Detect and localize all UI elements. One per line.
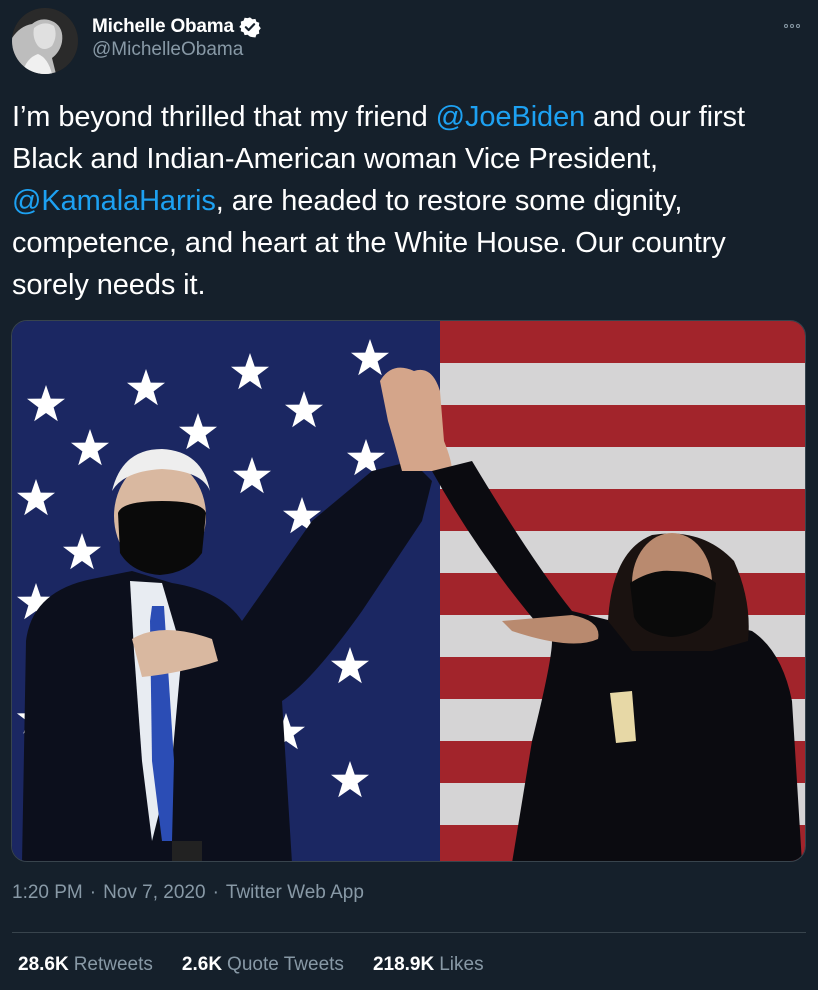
tweet-header: Michelle Obama @MichelleObama [12,8,806,76]
divider [12,932,806,933]
tweet-time[interactable]: 1:20 PM [12,882,83,904]
retweets-label: Retweets [73,954,153,975]
more-dot [796,24,800,28]
tweet-source[interactable]: Twitter Web App [226,882,364,904]
handle[interactable]: @MichelleObama [92,39,243,61]
avatar-image [12,8,78,74]
more-dot [790,24,794,28]
mention-kamalaharris-link[interactable]: @KamalaHarris [12,185,216,217]
more-dot [784,24,788,28]
tweet-meta: 1:20 PM · Nov 7, 2020 · Twitter Web App [12,882,364,904]
display-name[interactable]: Michelle Obama [92,16,234,38]
avatar[interactable] [12,8,78,74]
verified-badge-icon [239,16,261,38]
quote-tweets-count: 2.6K [181,954,223,975]
likes-count: 218.9K [372,954,435,975]
tweet-date[interactable]: Nov 7, 2020 [103,882,205,904]
quote-tweets-label: Quote Tweets [227,954,344,975]
tweet-photo[interactable] [11,320,806,862]
tweet-detail: Michelle Obama @MichelleObama I’m beyond… [0,0,818,990]
photo-image [12,321,805,861]
likes-label: Likes [439,954,484,975]
retweets-count: 28.6K [18,954,69,975]
meta-separator: · [89,882,97,903]
tweet-stats: 28.6K Retweets 2.6K Quote Tweets 218.9K … [18,954,513,976]
mention-joebiden-link[interactable]: @JoeBiden [436,101,586,133]
meta-separator: · [212,882,219,903]
more-options-icon[interactable] [780,18,804,34]
likes-stat[interactable]: 218.9K Likes [373,954,484,976]
display-name-row[interactable]: Michelle Obama [92,14,261,40]
quote-tweets-stat[interactable]: 2.6K Quote Tweets [182,954,344,976]
retweets-stat[interactable]: 28.6K Retweets [18,954,153,976]
tweet-text-segment: I’m beyond thrilled that my friend [12,101,436,133]
tweet-text: I’m beyond thrilled that my friend @JoeB… [12,96,808,306]
